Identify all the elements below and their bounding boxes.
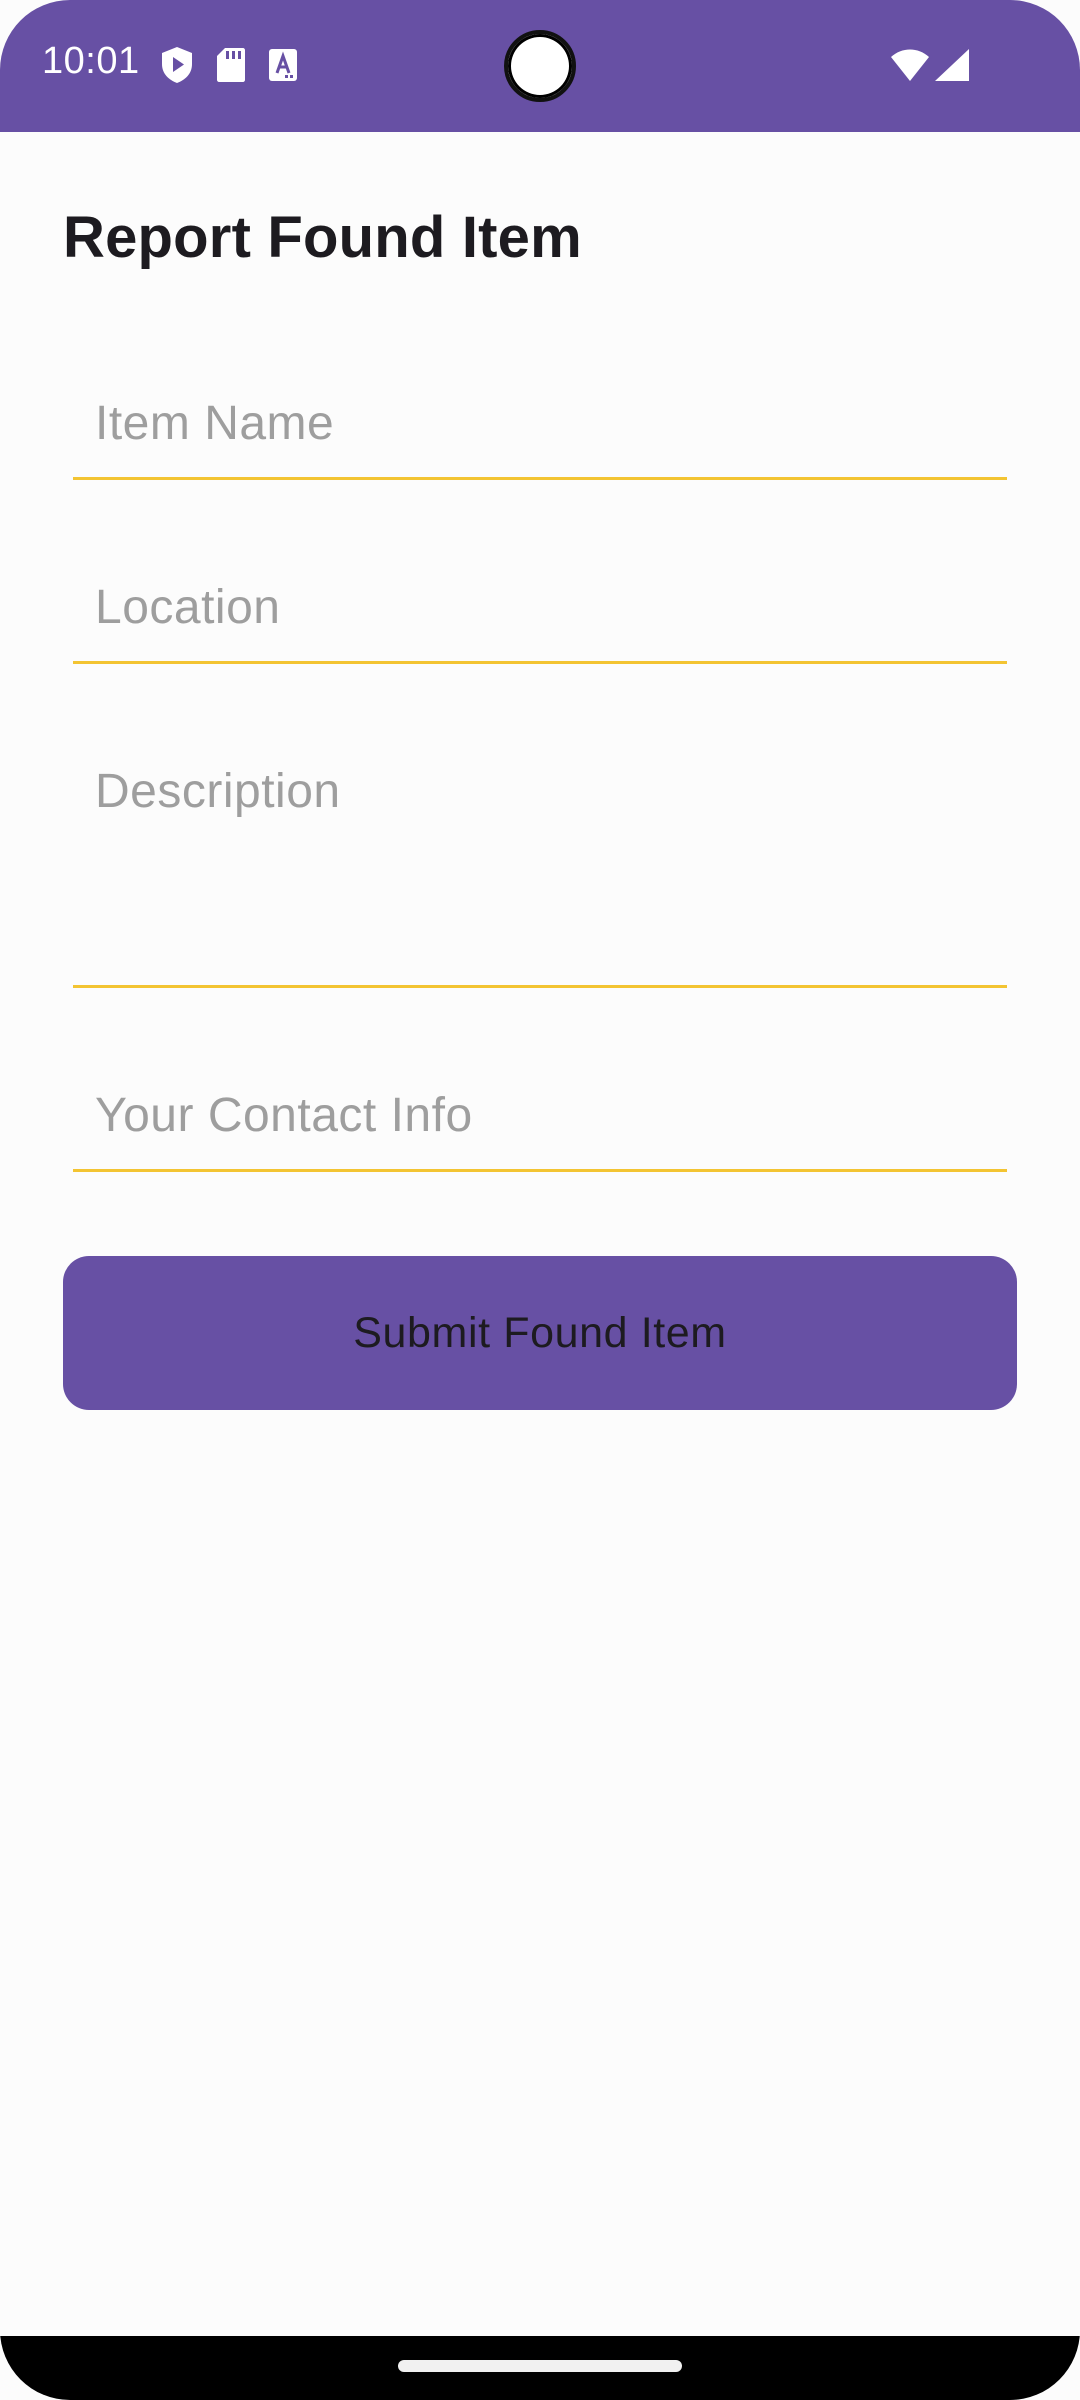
contact-info-field[interactable]: Your Contact Info xyxy=(73,1058,1007,1172)
status-bar: 10:01 xyxy=(0,0,1080,132)
description-placeholder: Description xyxy=(95,765,341,818)
submit-found-item-button[interactable]: Submit Found Item xyxy=(63,1256,1017,1410)
app-screen: 10:01 Report Found Item Item Name Locati… xyxy=(0,0,1080,2400)
cell-signal-icon xyxy=(934,48,970,82)
contact-info-placeholder: Your Contact Info xyxy=(95,1089,473,1142)
location-field[interactable]: Location xyxy=(73,550,1007,664)
item-name-placeholder: Item Name xyxy=(95,397,335,450)
home-indicator[interactable] xyxy=(398,2360,682,2372)
sd-card-icon xyxy=(216,47,246,83)
page-title: Report Found Item xyxy=(63,205,582,270)
status-icons-left xyxy=(160,46,298,84)
text-a-icon xyxy=(268,48,298,82)
submit-button-label: Submit Found Item xyxy=(353,1308,727,1357)
status-time: 10:01 xyxy=(42,40,140,82)
location-placeholder: Location xyxy=(95,581,281,634)
shield-play-icon xyxy=(160,46,194,84)
status-icons-right xyxy=(890,48,970,82)
description-field[interactable]: Description xyxy=(73,734,1007,988)
wifi-icon xyxy=(890,48,930,82)
item-name-field[interactable]: Item Name xyxy=(73,366,1007,480)
camera-cutout xyxy=(504,30,576,102)
